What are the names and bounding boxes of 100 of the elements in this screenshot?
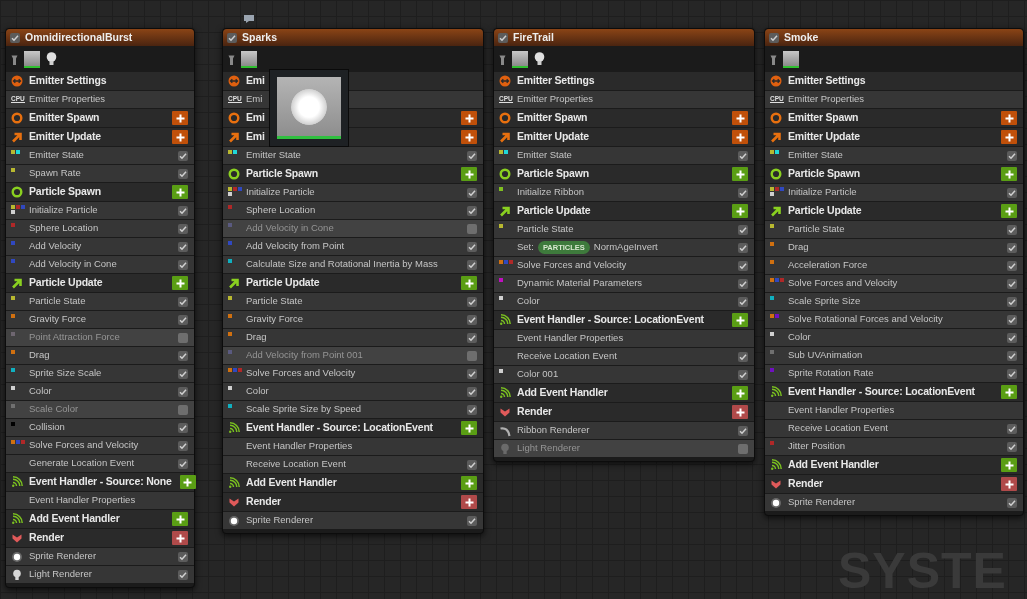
checkbox[interactable] xyxy=(178,241,188,252)
module-row[interactable]: Event Handler Properties xyxy=(765,402,1023,420)
checkbox[interactable] xyxy=(178,386,188,397)
checkbox[interactable] xyxy=(467,332,477,343)
checkbox[interactable] xyxy=(1007,187,1017,198)
module-row[interactable]: Dynamic Material Parameters xyxy=(494,275,754,293)
checkbox[interactable] xyxy=(178,296,188,307)
checkbox[interactable] xyxy=(738,278,748,289)
module-row[interactable]: Color xyxy=(6,383,194,401)
checkbox[interactable] xyxy=(738,242,748,253)
checkbox[interactable] xyxy=(738,224,748,235)
module-row[interactable]: Event Handler Properties xyxy=(6,492,194,510)
section-header[interactable]: Emitter Update xyxy=(765,128,1023,147)
module-row[interactable]: Gravity Force xyxy=(6,311,194,329)
section-header[interactable]: Particle Update xyxy=(765,202,1023,221)
section-header[interactable]: Add Event Handler xyxy=(6,510,194,529)
section-header[interactable]: Emitter Spawn xyxy=(765,109,1023,128)
checkbox[interactable] xyxy=(1007,441,1017,452)
checkbox[interactable] xyxy=(769,32,779,43)
checkbox[interactable] xyxy=(467,386,477,397)
module-row[interactable]: Receive Location Event xyxy=(223,456,483,474)
module-row[interactable]: Sprite Rotation Rate xyxy=(765,365,1023,383)
checkbox[interactable] xyxy=(178,458,188,469)
checkbox[interactable] xyxy=(738,260,748,271)
section-header[interactable]: Particle Spawn xyxy=(494,165,754,184)
checkbox[interactable] xyxy=(738,351,748,362)
checkbox[interactable] xyxy=(1007,350,1017,361)
checkbox[interactable] xyxy=(467,314,477,325)
module-row[interactable]: Drag xyxy=(6,347,194,365)
emitter-node[interactable] xyxy=(5,28,195,588)
checkbox[interactable] xyxy=(178,569,188,580)
section-header[interactable]: Render xyxy=(223,493,483,512)
pin-icon[interactable] xyxy=(499,53,506,65)
module-row[interactable]: Event Handler Properties xyxy=(494,330,754,348)
section-header[interactable]: Add Event Handler xyxy=(494,384,754,403)
checkbox[interactable] xyxy=(467,223,477,234)
checkbox[interactable] xyxy=(1007,242,1017,253)
module-row[interactable]: Scale Sprite Size xyxy=(765,293,1023,311)
checkbox[interactable] xyxy=(738,443,748,454)
checkbox[interactable] xyxy=(738,369,748,380)
module-row[interactable]: Add Velocity from Point xyxy=(223,238,483,256)
module-row[interactable]: Solve Forces and Velocity xyxy=(494,257,754,275)
checkbox[interactable] xyxy=(1007,497,1017,508)
checkbox[interactable] xyxy=(178,368,188,379)
module-row[interactable]: Solve Forces and Velocity xyxy=(223,365,483,383)
checkbox[interactable] xyxy=(738,296,748,307)
section-header[interactable]: Add Event Handler xyxy=(223,474,483,493)
section-header[interactable]: Render xyxy=(765,475,1023,494)
emitter-title-bar[interactable]: FireTrail xyxy=(494,29,754,46)
module-row[interactable]: Color xyxy=(223,383,483,401)
module-row[interactable]: Light Renderer xyxy=(6,566,194,584)
emitter-title-bar[interactable]: Smoke xyxy=(765,29,1023,46)
checkbox[interactable] xyxy=(498,32,508,43)
module-row[interactable]: Initialize Particle xyxy=(765,184,1023,202)
checkbox[interactable] xyxy=(467,459,477,470)
module-row[interactable]: Ribbon Renderer xyxy=(494,422,754,440)
module-row[interactable]: Receive Location Event xyxy=(765,420,1023,438)
section-header[interactable]: Particle Spawn xyxy=(223,165,483,184)
pin-icon[interactable] xyxy=(11,53,18,65)
module-row[interactable]: Add Velocity in Cone xyxy=(223,220,483,238)
thumbnail[interactable] xyxy=(783,50,799,68)
checkbox[interactable] xyxy=(10,32,20,43)
emitter-node[interactable] xyxy=(222,28,484,534)
section-header[interactable]: Event Handler - Source: LocationEvent xyxy=(494,311,754,330)
checkbox[interactable] xyxy=(467,515,477,526)
module-row[interactable]: Drag xyxy=(765,239,1023,257)
section-header[interactable]: Add Event Handler xyxy=(765,456,1023,475)
module-row[interactable]: Initialize Ribbon xyxy=(494,184,754,202)
section-header[interactable]: Emitter Spawn xyxy=(6,109,194,128)
checkbox[interactable] xyxy=(227,32,237,43)
checkbox[interactable] xyxy=(178,551,188,562)
section-header[interactable]: Particle Update xyxy=(494,202,754,221)
module-row[interactable]: Generate Location Event xyxy=(6,455,194,473)
checkbox[interactable] xyxy=(178,168,188,179)
module-row[interactable]: Scale Sprite Size by Speed xyxy=(223,401,483,419)
section-header[interactable]: Particle Update xyxy=(6,274,194,293)
section-header[interactable]: Event Handler - Source: LocationEvent xyxy=(223,419,483,438)
checkbox[interactable] xyxy=(178,314,188,325)
thumbnail[interactable] xyxy=(512,50,528,68)
checkbox[interactable] xyxy=(1007,150,1017,161)
checkbox[interactable] xyxy=(1007,314,1017,325)
module-row[interactable]: Collision xyxy=(6,419,194,437)
emitter-title-bar[interactable]: Sparks xyxy=(223,29,483,46)
emitter-node[interactable] xyxy=(493,28,755,462)
module-row[interactable]: Receive Location Event xyxy=(494,348,754,366)
checkbox[interactable] xyxy=(1007,332,1017,343)
module-row[interactable]: Color xyxy=(494,293,754,311)
thumbnail[interactable] xyxy=(24,50,40,68)
checkbox[interactable] xyxy=(178,205,188,216)
module-row[interactable]: Color xyxy=(765,329,1023,347)
section-header[interactable]: Emitter Settings xyxy=(494,72,754,91)
checkbox[interactable] xyxy=(1007,423,1017,434)
module-row[interactable]: Particle State xyxy=(494,221,754,239)
section-header[interactable]: Event Handler - Source: None xyxy=(6,473,194,492)
checkbox[interactable] xyxy=(1007,278,1017,289)
bulb-icon[interactable] xyxy=(46,52,57,66)
module-row[interactable]: Drag xyxy=(223,329,483,347)
checkbox[interactable] xyxy=(178,259,188,270)
checkbox[interactable] xyxy=(467,368,477,379)
module-row[interactable]: Sprite Renderer xyxy=(765,494,1023,512)
